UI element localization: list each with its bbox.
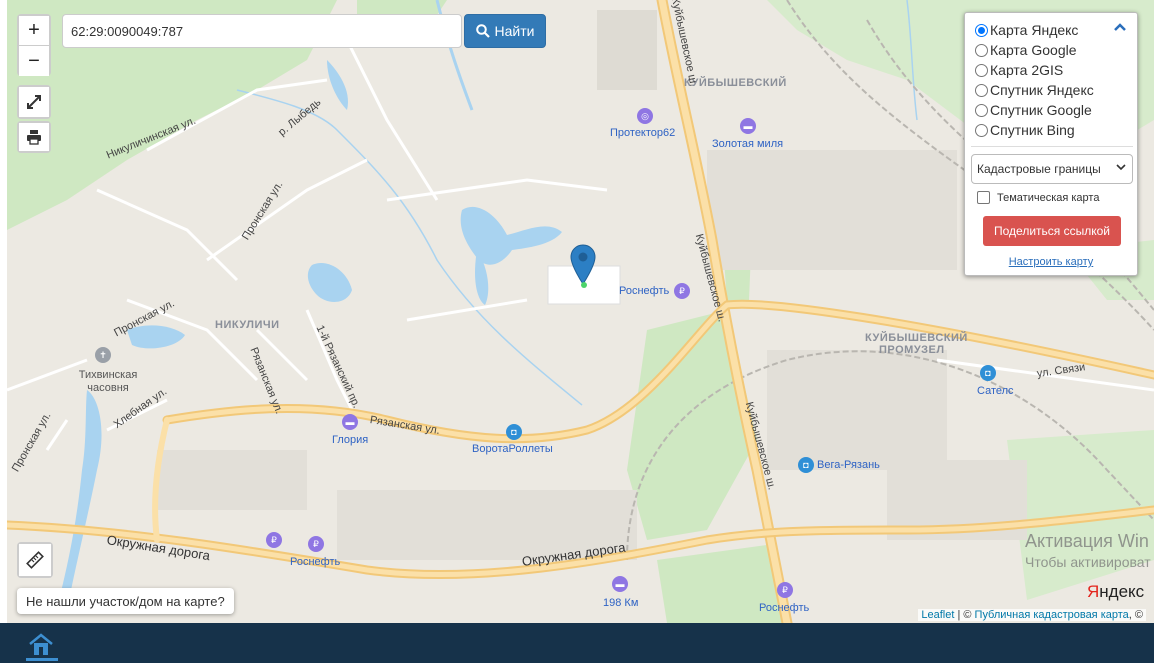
leaflet-link[interactable]: Leaflet bbox=[921, 609, 954, 621]
thematic-map-label: Тематическая карта bbox=[997, 191, 1100, 204]
poi-label[interactable]: Роснефть bbox=[290, 556, 340, 568]
fullscreen-icon bbox=[19, 87, 49, 117]
district-label: НИКУЛИЧИ bbox=[215, 319, 280, 331]
zoom-control: + − bbox=[17, 14, 51, 76]
shop-icon[interactable]: ◘ bbox=[506, 424, 522, 440]
poi-label[interactable]: 198 Км bbox=[603, 597, 638, 609]
gas-station-icon[interactable]: ₽ bbox=[777, 582, 793, 598]
cadastral-search-input[interactable] bbox=[62, 14, 462, 48]
gas-station-icon[interactable]: ₽ bbox=[266, 532, 282, 548]
basemap-label: Карта Яндекс bbox=[990, 22, 1079, 38]
chapel-icon[interactable]: ✝ bbox=[95, 347, 111, 363]
gas-station-icon[interactable]: ₽ bbox=[674, 283, 690, 299]
overlay-select-value: Кадастровые границы bbox=[977, 162, 1101, 176]
radio-button[interactable] bbox=[975, 23, 988, 37]
search-icon bbox=[475, 24, 490, 38]
yandex-logo-first-letter: Я bbox=[1087, 582, 1100, 601]
district-label: КУЙБЫШЕВСКИЙ bbox=[684, 77, 787, 89]
activation-subtitle: Чтобы активироват bbox=[1025, 554, 1151, 570]
basemap-option[interactable]: Спутник Bing bbox=[975, 121, 1075, 139]
measure-button[interactable] bbox=[17, 542, 53, 578]
pkk-link[interactable]: Публичная кадастровая карта bbox=[975, 609, 1129, 621]
radio-button[interactable] bbox=[975, 83, 988, 97]
basemap-option[interactable]: Спутник Яндекс bbox=[975, 81, 1094, 99]
bottom-nav-bar bbox=[0, 623, 1154, 663]
zoom-out-button[interactable]: − bbox=[19, 46, 49, 76]
map-marker-icon[interactable] bbox=[569, 244, 597, 286]
map-attribution: Leaflet | © Публичная кадастровая карта,… bbox=[918, 609, 1146, 621]
basemap-option[interactable]: Карта 2GIS bbox=[975, 61, 1063, 79]
tire-shop-icon[interactable]: ◎ bbox=[637, 108, 653, 124]
basemap-label: Карта 2GIS bbox=[990, 62, 1064, 78]
hotel-icon[interactable]: ▬ bbox=[740, 118, 756, 134]
poi-label[interactable]: Роснефть bbox=[619, 285, 669, 297]
printer-icon bbox=[19, 123, 49, 151]
poi-label[interactable]: Сателс bbox=[977, 385, 1014, 397]
zoom-in-button[interactable]: + bbox=[19, 16, 49, 46]
shop-icon[interactable]: ◘ bbox=[798, 457, 814, 473]
basemap-label: Спутник Bing bbox=[990, 122, 1075, 138]
print-button[interactable] bbox=[17, 121, 51, 153]
radio-button[interactable] bbox=[975, 123, 988, 137]
thematic-map-checkbox[interactable] bbox=[977, 191, 990, 204]
search-button[interactable]: Найти bbox=[464, 14, 546, 48]
hotel-icon[interactable]: ▬ bbox=[612, 576, 628, 592]
poi-label[interactable]: ВоротаРоллеты bbox=[472, 443, 553, 455]
poi-label[interactable]: Роснефть bbox=[759, 602, 809, 614]
basemap-option[interactable]: Карта Google bbox=[975, 41, 1077, 59]
layers-panel: Карта Яндекс Карта Google Карта 2GIS Спу… bbox=[964, 12, 1138, 276]
basemap-option[interactable]: Спутник Google bbox=[975, 101, 1092, 119]
thematic-map-option[interactable]: Тематическая карта bbox=[977, 191, 1099, 204]
basemap-label: Карта Google bbox=[990, 42, 1077, 58]
overlay-select[interactable]: Кадастровые границы bbox=[971, 154, 1133, 184]
attribution-tail: , © bbox=[1128, 609, 1143, 621]
poi-label[interactable]: Вега-Рязань bbox=[817, 459, 880, 471]
fullscreen-button[interactable] bbox=[17, 85, 51, 119]
yandex-logo-rest: ндекс bbox=[1099, 582, 1145, 601]
shop-icon[interactable]: ◘ bbox=[980, 365, 996, 381]
windows-activation-watermark: Активация Win Чтобы активироват bbox=[1025, 531, 1151, 570]
poi-label[interactable]: Глория bbox=[332, 434, 368, 446]
poi-label[interactable]: Тихвинская часовня bbox=[74, 369, 142, 395]
attribution-separator: | © bbox=[954, 609, 975, 621]
share-link-button[interactable]: Поделиться ссылкой bbox=[983, 216, 1121, 246]
gas-station-icon[interactable]: ₽ bbox=[308, 536, 324, 552]
configure-map-link[interactable]: Настроить карту bbox=[965, 256, 1137, 268]
radio-button[interactable] bbox=[975, 103, 988, 117]
chevron-down-icon bbox=[1116, 163, 1126, 174]
ruler-icon bbox=[19, 544, 51, 576]
district-label: КУЙБЫШЕВСКИЙ bbox=[865, 332, 968, 344]
not-found-button[interactable]: Не нашли участок/дом на карте? bbox=[17, 588, 234, 614]
divider bbox=[971, 146, 1133, 147]
marker-point bbox=[581, 282, 587, 288]
active-tab-indicator bbox=[26, 658, 58, 661]
home-icon[interactable] bbox=[27, 632, 55, 658]
poi-label[interactable]: Золотая миля bbox=[712, 138, 783, 150]
radio-button[interactable] bbox=[975, 43, 988, 57]
activation-title: Активация Win bbox=[1025, 531, 1149, 551]
district-label: ПРОМУЗЕЛ bbox=[879, 344, 945, 356]
chevron-up-icon[interactable] bbox=[1113, 19, 1127, 35]
hotel-icon[interactable]: ▬ bbox=[342, 414, 358, 430]
yandex-logo: Яндекс bbox=[1087, 582, 1144, 602]
search-button-label: Найти bbox=[494, 23, 535, 39]
basemap-option[interactable]: Карта Яндекс bbox=[975, 21, 1078, 39]
basemap-label: Спутник Google bbox=[990, 102, 1092, 118]
basemap-label: Спутник Яндекс bbox=[990, 82, 1094, 98]
poi-label[interactable]: Протектор62 bbox=[610, 127, 675, 139]
radio-button[interactable] bbox=[975, 63, 988, 77]
